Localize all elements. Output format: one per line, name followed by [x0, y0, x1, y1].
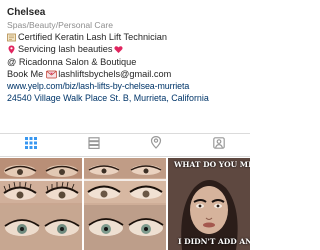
profile-category: Spas/Beauty/Personal Care [7, 20, 114, 30]
grid-icon [25, 136, 38, 154]
profile-view-tabs [0, 134, 250, 155]
profile-bio: Chelsea Spas/Beauty/Personal Care Certif… [7, 7, 246, 105]
list-icon [88, 136, 100, 154]
tabs-bottom-divider [0, 156, 250, 157]
bio-line-servicing: Servicing lash beauties [7, 43, 246, 55]
bio-line-salon: @ Ricadonna Salon & Boutique [7, 56, 246, 68]
tab-location-view[interactable] [125, 134, 188, 155]
address-link[interactable]: 24540 Village Walk Place St. B, Murrieta… [7, 92, 246, 104]
tab-list-view[interactable] [63, 134, 126, 155]
bio-line-text: Servicing lash beauties [18, 44, 113, 55]
post-thumbnail-eyes-2[interactable] [84, 158, 166, 250]
posts-grid: WHAT DO YOU MEAN... I DIDN'T ADD ANY????… [0, 158, 250, 250]
certificate-icon [7, 33, 16, 42]
profile-name: Chelsea [7, 7, 46, 18]
bio-line-certified: Certified Keratin Lash Lift Technician [7, 31, 246, 43]
location-pin-icon [7, 45, 16, 54]
meme-caption-bottom: I DIDN'T ADD ANY?????! [178, 237, 250, 246]
heart-icon [114, 45, 124, 54]
bio-line-text: Book Me [7, 68, 44, 79]
bio-line-booking: Book Me lashliftsbychels@gmail.com [7, 68, 246, 80]
tab-grid-view[interactable] [0, 134, 63, 155]
meme-caption-top: WHAT DO YOU MEAN... [174, 160, 250, 169]
booking-email[interactable]: lashliftsbychels@gmail.com [58, 68, 171, 80]
bio-line-text: Certified Keratin Lash Lift Technician [18, 32, 167, 42]
post-thumbnail-meme[interactable]: WHAT DO YOU MEAN... I DIDN'T ADD ANY????… [168, 158, 250, 250]
website-link[interactable]: www.yelp.com/biz/lash-lifts-by-chelsea-m… [7, 80, 246, 92]
post-thumbnail-eyes-1[interactable] [0, 158, 82, 250]
map-pin-icon [150, 135, 162, 154]
bio-line-text: @ Ricadonna Salon & Boutique [7, 56, 137, 67]
tab-tagged-view[interactable] [188, 134, 251, 155]
tagged-icon [212, 136, 225, 154]
envelope-icon [46, 70, 58, 79]
